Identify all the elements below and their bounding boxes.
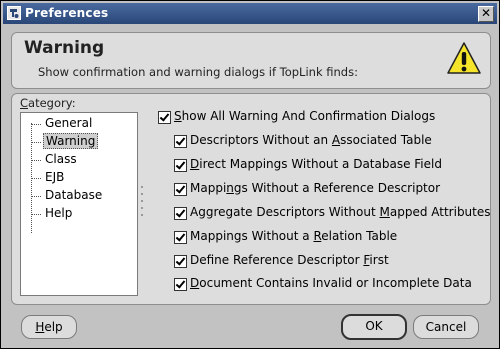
checkbox[interactable] [158, 111, 171, 124]
app-icon [7, 6, 21, 20]
page-description: Show confirmation and warning dialogs if… [38, 65, 358, 79]
title-bar[interactable]: Preferences ✕ [3, 3, 497, 24]
checkbox[interactable] [174, 278, 187, 291]
checkbox[interactable] [174, 159, 187, 172]
checkbox[interactable] [174, 255, 187, 268]
checkbox[interactable] [174, 231, 187, 244]
window-title: Preferences [25, 6, 109, 20]
header-panel: Warning Show confirmation and warning di… [11, 32, 491, 89]
category-label: Category: [20, 96, 76, 110]
checkbox[interactable] [174, 135, 187, 148]
ok-button[interactable]: OK [341, 314, 407, 340]
checkbox[interactable] [174, 183, 187, 196]
checkbox[interactable] [174, 207, 187, 220]
content-panel: Category: General Warning Class EJB Data… [11, 93, 491, 305]
cancel-button[interactable]: Cancel [413, 315, 479, 339]
close-button[interactable]: ✕ [478, 6, 494, 22]
warning-icon [447, 42, 481, 74]
splitter-handle[interactable] [140, 186, 144, 222]
help-button[interactable]: Help [21, 315, 77, 339]
page-title: Warning [24, 38, 105, 58]
button-bar: Help OK Cancel [1, 306, 499, 348]
preferences-dialog: Preferences ✕ Warning Show confirmation … [0, 0, 500, 349]
category-tree[interactable]: General Warning Class EJB Database Help [20, 112, 138, 296]
